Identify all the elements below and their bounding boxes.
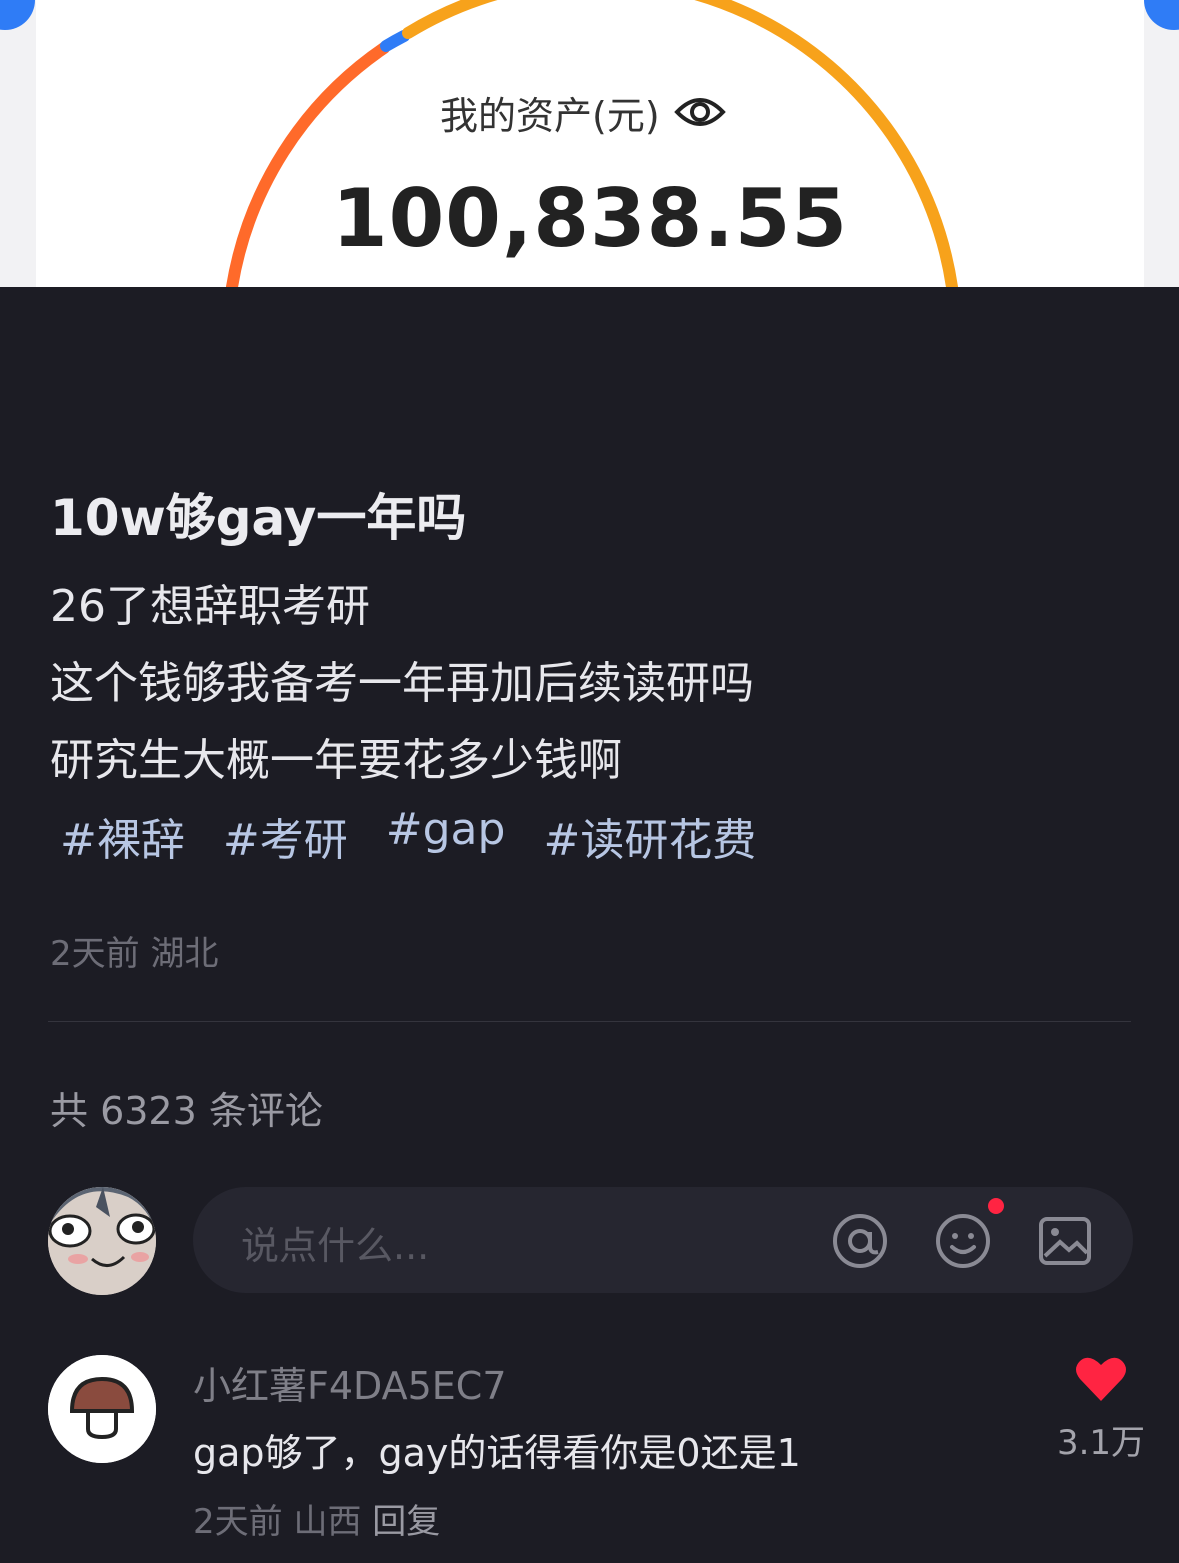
notification-dot <box>988 1198 1004 1214</box>
emoji-icon[interactable] <box>934 1212 992 1270</box>
heart-icon <box>1076 1357 1126 1401</box>
asset-amount: 100,838.55 <box>331 172 849 265</box>
post-body-line: 这个钱够我备考一年再加后续读研吗 <box>50 658 754 709</box>
decorative-blob <box>1144 0 1179 30</box>
post-tags: #裸辞 #考研 #gap #读研花费 <box>60 804 794 868</box>
post-meta: 2天前 湖北 <box>50 926 218 975</box>
avatar[interactable] <box>48 1187 156 1295</box>
decorative-blob <box>0 0 35 30</box>
tag-link[interactable]: #gap <box>386 804 506 868</box>
image-icon[interactable] <box>1036 1212 1094 1270</box>
post-location: 湖北 <box>150 934 219 974</box>
tag-link[interactable]: #裸辞 <box>60 804 185 868</box>
post-body-line: 研究生大概一年要花多少钱啊 <box>50 735 622 786</box>
comment-input[interactable]: 说点什么... <box>193 1187 1133 1293</box>
comment-input-placeholder: 说点什么... <box>241 1224 430 1268</box>
mushroom-icon <box>48 1355 156 1463</box>
comment-time: 2天前 <box>193 1502 283 1542</box>
ring-segment-blue <box>380 30 410 52</box>
divider <box>48 1021 1131 1022</box>
reply-button[interactable]: 回复 <box>372 1502 440 1542</box>
post-body: 26了想辞职考研 这个钱够我备考一年再加后续读研吗 研究生大概一年要花多少钱啊 <box>50 568 754 799</box>
post-body-line: 26了想辞职考研 <box>50 581 370 632</box>
at-icon[interactable] <box>831 1212 889 1270</box>
comment-location: 山西 <box>293 1502 362 1542</box>
asset-screenshot: 我的资产(元) 100,838.55 <box>0 0 1179 287</box>
comment-meta: 2天前 山西 回复 <box>193 1494 440 1543</box>
comment-username[interactable]: 小红薯F4DA5EC7 <box>193 1355 507 1410</box>
eye-icon[interactable] <box>673 92 726 132</box>
like-count: 3.1万 <box>1056 1423 1146 1463</box>
tag-link[interactable]: #考研 <box>223 804 348 868</box>
like-button[interactable]: 3.1万 <box>1055 1355 1147 1464</box>
tag-link[interactable]: #读研花费 <box>543 804 756 868</box>
comment-count: 共 6323 条评论 <box>50 1089 323 1133</box>
post-title: 10w够gay一年吗 <box>50 489 467 547</box>
asset-label: 我的资产(元) <box>440 93 660 138</box>
avatar[interactable] <box>48 1355 156 1463</box>
comment-text: gap够了，gay的话得看你是0还是1 <box>193 1431 801 1475</box>
asset-label-row: 我的资产(元) <box>440 88 726 138</box>
post-time: 2天前 <box>50 934 140 974</box>
asset-card: 我的资产(元) 100,838.55 <box>36 0 1144 287</box>
